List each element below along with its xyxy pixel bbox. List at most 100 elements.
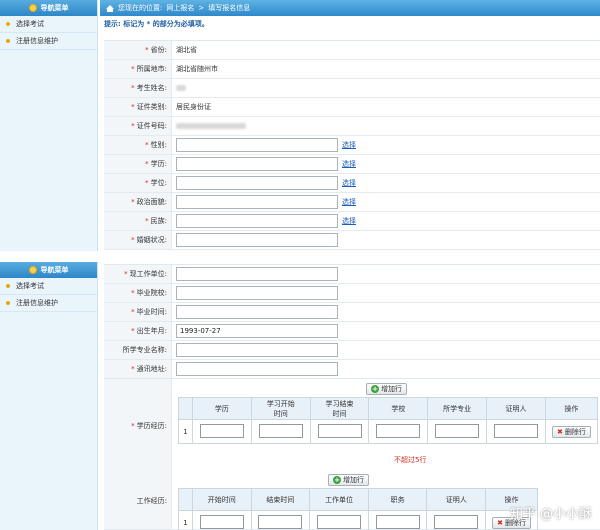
sidebar-item-registration-info[interactable]: 注册信息维护 [0,33,97,50]
sidebar-item-select-exam[interactable]: 选择考试 [0,16,97,33]
input-value: 1993-07-27 [180,327,221,335]
form-row: * 学历经历: + 增加行 学历 学习开始 时间 学习结束 时间 学校 所学专业 证明人操… [104,379,600,473]
form-extra-info: * 现工作单位: * 毕业院校: * 毕业时间: * 出生年月: 1993-07-27 所学专业名… [104,264,600,379]
field-label: * 现工作单位: [104,265,172,283]
field-label: * 性别: [104,136,172,154]
major-input[interactable] [435,423,480,438]
watermark: 知乎 @小小酥 [509,507,592,522]
field-value: 选择 [172,212,356,230]
field-value [172,265,338,283]
form-row: * 证件类别: 居民身份证 [104,98,600,117]
required-mark: * [131,122,135,130]
select-link[interactable]: 选择 [342,140,356,150]
form-row: * 毕业时间: [104,303,600,322]
static-value: 湖北省 [176,46,197,54]
employer-input[interactable] [317,514,362,529]
sidebar-item-registration-info[interactable]: 注册信息维护 [0,295,97,312]
school-input[interactable] [376,423,421,438]
field-value [172,360,338,378]
breadcrumb-root[interactable]: 网上报名 [166,3,194,13]
field-value [172,284,338,302]
panel-gap [0,251,600,262]
field-label-text: 所学专业名称: [122,346,167,354]
education-table: 学历 学习开始 时间 学习结束 时间 学校 所学专业 证明人 操作 1 ✖ 删除… [178,397,599,444]
text-input[interactable] [176,343,338,357]
select-link[interactable]: 选择 [342,197,356,207]
select-link[interactable]: 选择 [342,216,356,226]
field-label: 工作经历: [104,472,172,529]
column-header: 学历 [192,397,252,420]
field-label: * 证件号码: [104,117,172,135]
field-label-text: 民族: [150,217,167,225]
row-number: 1 [178,510,193,530]
required-mark: * [131,65,135,73]
text-input[interactable] [176,195,338,209]
text-input[interactable] [176,214,338,228]
static-value: 居民身份证 [176,103,211,111]
header-cell [178,488,193,511]
study-end-input[interactable] [317,423,362,438]
delete-icon: ✖ [497,518,503,527]
field-value: 选择 [172,155,356,173]
degree-input[interactable] [199,423,244,438]
field-label-text: 政治面貌: [136,198,167,206]
field-label-text: 性别: [150,141,167,149]
sidebar-item-select-exam[interactable]: 选择考试 [0,278,97,295]
text-input[interactable] [176,176,338,190]
form-row: * 出生年月: 1993-07-27 [104,322,600,341]
add-education-row-button[interactable]: + 增加行 [366,383,407,395]
delete-icon: ✖ [557,427,563,436]
field-label: * 证件类别: [104,98,172,116]
work-start-input[interactable] [199,514,244,529]
button-label: 增加行 [343,476,364,484]
required-tip: 提示: 标记为 * 的部分为必填项。 [104,20,209,28]
required-mark: * [124,270,128,278]
sidebar-header: 导航菜单 [0,0,97,16]
field-label: * 所属地市: [104,60,172,78]
table-cell [368,419,429,444]
field-label: * 毕业院校: [104,284,172,302]
sidebar-header: 导航菜单 [0,262,97,278]
study-start-input[interactable] [258,423,303,438]
sidebar-item-label: 注册信息维护 [16,299,58,307]
work-end-input[interactable] [258,514,303,529]
breadcrumb-current: 填写报名信息 [208,4,251,12]
bullet-icon [6,301,10,305]
text-input[interactable] [176,267,338,281]
form-row: * 证件号码: [104,117,600,136]
work-witness-input[interactable] [434,514,479,529]
required-mark: * [145,160,149,168]
table-cell [426,510,487,530]
sidebar: 导航菜单 选择考试 注册信息维护 [0,262,98,530]
text-input[interactable]: 1993-07-27 [176,324,338,338]
text-input[interactable] [176,362,338,376]
field-label: * 通讯地址: [104,360,172,378]
text-input[interactable] [176,138,338,152]
field-label-text: 学位: [150,179,167,187]
witness-input[interactable] [493,423,538,438]
column-header: 结束时间 [250,488,311,511]
field-value: 湖北省随州市 [172,60,218,78]
column-header: 工作单位 [309,488,369,511]
text-input[interactable] [176,157,338,171]
field-label: * 出生年月: [104,322,172,340]
field-label: * 省份: [104,41,172,59]
position-input[interactable] [375,514,420,529]
field-label: 所学专业名称: [104,341,172,359]
text-input[interactable] [176,233,338,247]
form-row: 所学专业名称: [104,341,600,360]
select-link[interactable]: 选择 [342,178,356,188]
delete-education-row-button[interactable]: ✖ 删除行 [552,425,591,438]
column-header: 职务 [367,488,428,511]
form-row: * 性别: 选择 [104,136,600,155]
field-value: 1993-07-27 [172,322,338,340]
text-input[interactable] [176,286,338,300]
text-input[interactable] [176,305,338,319]
add-work-row-button[interactable]: + 增加行 [328,474,369,486]
bullet-icon [6,39,10,43]
bullet-icon [6,284,10,288]
field-label: * 考生姓名: [104,79,172,97]
sidebar-title: 导航菜单 [40,266,69,274]
field-label: * 毕业时间: [104,303,172,321]
select-link[interactable]: 选择 [342,159,356,169]
